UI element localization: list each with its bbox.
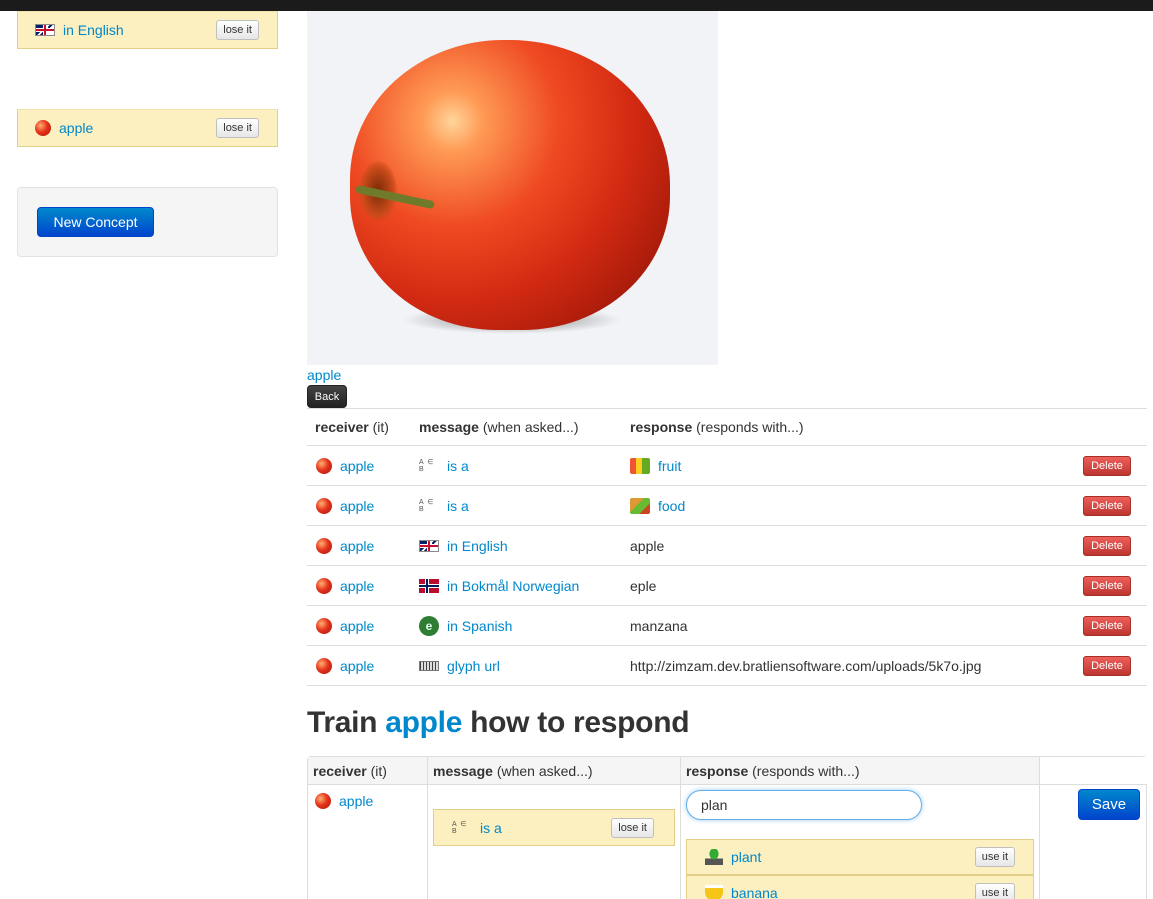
train-response-column: response (responds with...) plant use it… bbox=[681, 757, 1040, 899]
train-message-slot: A ∈ B is a lose it bbox=[433, 809, 675, 846]
apple-icon bbox=[316, 537, 332, 554]
relation-response-value: eple bbox=[630, 577, 657, 594]
relation-message-link[interactable]: in English bbox=[447, 538, 508, 554]
norway-flag-icon bbox=[419, 578, 439, 593]
plant-icon bbox=[705, 849, 723, 865]
relation-receiver-link[interactable]: apple bbox=[340, 538, 374, 554]
relation-row: apple in English apple Delete bbox=[307, 526, 1147, 566]
relation-message-link[interactable]: is a bbox=[447, 458, 469, 474]
relation-receiver-link[interactable]: apple bbox=[340, 658, 374, 674]
lose-it-button[interactable]: lose it bbox=[611, 817, 654, 838]
new-concept-well: New Concept bbox=[17, 187, 278, 257]
apple-icon bbox=[316, 577, 332, 594]
spanish-icon: e bbox=[419, 615, 439, 636]
apple-icon bbox=[315, 793, 331, 809]
top-navbar bbox=[0, 0, 1153, 11]
header-receiver: receiver (it) bbox=[315, 419, 389, 435]
relation-response-value: manzana bbox=[630, 617, 688, 634]
concept-caption-link[interactable]: apple bbox=[307, 367, 341, 383]
delete-button[interactable]: Delete bbox=[1083, 535, 1131, 556]
fruit-icon bbox=[630, 457, 650, 474]
use-it-button[interactable]: use it bbox=[974, 883, 1015, 899]
apple-icon bbox=[316, 617, 332, 634]
glyph-icon bbox=[419, 660, 439, 671]
train-heading: Train apple how to respond bbox=[307, 706, 690, 739]
suggestion-item[interactable]: banana use it bbox=[686, 875, 1034, 899]
delete-button[interactable]: Delete bbox=[1083, 495, 1131, 516]
relation-response-value: http://zimzam.dev.bratliensoftware.com/u… bbox=[630, 657, 982, 674]
delete-button[interactable]: Delete bbox=[1083, 655, 1131, 676]
sidebar-slot-message-link[interactable]: in English bbox=[63, 22, 124, 38]
header-message: message (when asked...) bbox=[419, 419, 579, 435]
save-button[interactable]: Save bbox=[1078, 789, 1140, 820]
is-a-icon: A ∈ B bbox=[419, 498, 435, 513]
suggestion-link[interactable]: plant bbox=[731, 849, 761, 865]
train-action-column: Save bbox=[1040, 757, 1147, 899]
sidebar-slot-receiver-link[interactable]: apple bbox=[59, 120, 93, 136]
relation-response-link[interactable]: food bbox=[658, 498, 685, 514]
relation-row: apple A ∈ B is a food Delete bbox=[307, 486, 1147, 526]
relation-receiver-link[interactable]: apple bbox=[340, 618, 374, 634]
delete-button[interactable]: Delete bbox=[1083, 615, 1131, 636]
relation-receiver-link[interactable]: apple bbox=[340, 498, 374, 514]
relation-row: apple glyph url http://zimzam.dev.bratlien… bbox=[307, 646, 1147, 686]
train-table: receiver (it) apple message (when asked.… bbox=[307, 756, 1147, 899]
relation-message-link[interactable]: in Spanish bbox=[447, 618, 512, 634]
relations-table: receiver (it) message (when asked...) re… bbox=[307, 408, 1147, 686]
train-receiver-link[interactable]: apple bbox=[339, 793, 373, 809]
apple-icon bbox=[35, 120, 51, 136]
relation-response-value: apple bbox=[630, 537, 665, 554]
sidebar-slot-receiver: apple lose it bbox=[17, 109, 278, 147]
sidebar-slot-message: in English lose it bbox=[17, 11, 278, 49]
use-it-button[interactable]: use it bbox=[974, 847, 1015, 867]
train-message-column: message (when asked...) A ∈ B is a lose … bbox=[428, 757, 681, 899]
food-icon bbox=[630, 497, 650, 514]
concept-image bbox=[307, 11, 718, 365]
relations-header: receiver (it) message (when asked...) re… bbox=[307, 408, 1147, 446]
relation-row: apple A ∈ B is a fruit Delete bbox=[307, 446, 1147, 486]
uk-flag-icon bbox=[419, 539, 439, 552]
apple-icon bbox=[316, 497, 332, 514]
banana-icon bbox=[705, 885, 723, 899]
train-message-link[interactable]: is a bbox=[480, 820, 502, 836]
relation-message-link[interactable]: is a bbox=[447, 498, 469, 514]
uk-flag-icon bbox=[35, 24, 55, 36]
relation-message-link[interactable]: glyph url bbox=[447, 658, 500, 674]
new-concept-button[interactable]: New Concept bbox=[37, 207, 154, 237]
apple-icon bbox=[316, 657, 332, 674]
relation-response-link[interactable]: fruit bbox=[658, 458, 681, 474]
relation-row: apple e in Spanish manzana Delete bbox=[307, 606, 1147, 646]
delete-button[interactable]: Delete bbox=[1083, 455, 1131, 476]
delete-button[interactable]: Delete bbox=[1083, 575, 1131, 596]
is-a-icon: A ∈ B bbox=[452, 820, 468, 835]
apple-icon bbox=[316, 457, 332, 474]
suggestion-item[interactable]: plant use it bbox=[686, 839, 1034, 875]
lose-it-button[interactable]: lose it bbox=[216, 118, 259, 138]
relation-receiver-link[interactable]: apple bbox=[340, 458, 374, 474]
train-concept-link[interactable]: apple bbox=[385, 706, 462, 739]
header-response: response (responds with...) bbox=[630, 419, 804, 435]
lose-it-button[interactable]: lose it bbox=[216, 20, 259, 40]
relation-message-link[interactable]: in Bokmål Norwegian bbox=[447, 578, 579, 594]
train-receiver-column: receiver (it) apple bbox=[308, 757, 428, 899]
apple-photo bbox=[350, 40, 670, 330]
is-a-icon: A ∈ B bbox=[419, 458, 435, 473]
suggestion-link[interactable]: banana bbox=[731, 885, 778, 899]
relation-row: apple in Bokmål Norwegian eple Delete bbox=[307, 566, 1147, 606]
relation-receiver-link[interactable]: apple bbox=[340, 578, 374, 594]
back-button[interactable]: Back bbox=[307, 385, 347, 408]
response-search-input[interactable] bbox=[686, 790, 922, 820]
